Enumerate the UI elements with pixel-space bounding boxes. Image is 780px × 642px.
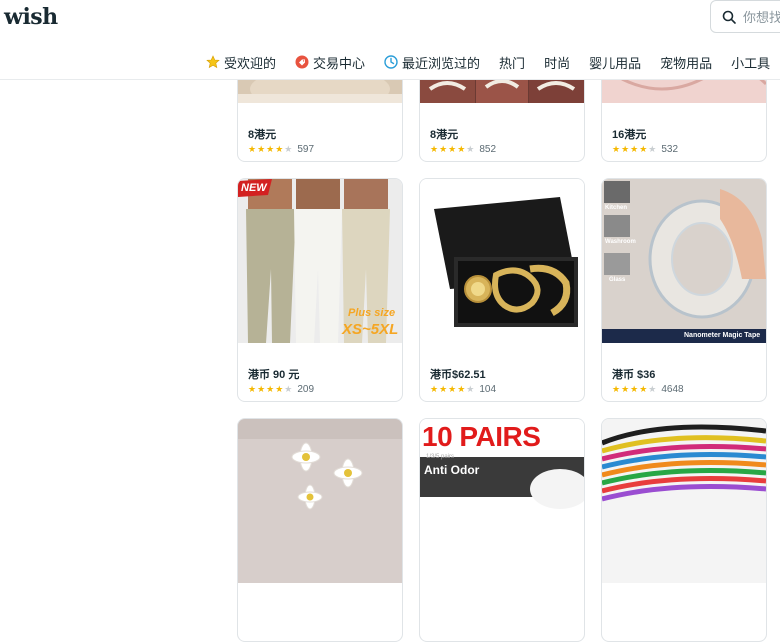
nav-deals[interactable]: 交易中心 — [295, 53, 365, 72]
nav-gadgets[interactable]: 小工具 — [731, 53, 770, 72]
promo-sub: 1/3/5 pairs — [426, 454, 455, 460]
product-image — [420, 179, 584, 343]
image-label: Kitchen — [605, 205, 628, 211]
product-price: 8港元 — [430, 129, 459, 141]
product-image — [602, 419, 766, 583]
product-rating: ★★★★★ 104 — [430, 384, 496, 395]
nav-recently-viewed[interactable]: 最近浏览过的 — [384, 53, 480, 72]
star-icon — [206, 55, 220, 69]
star-rating-icon: ★★★★★ — [430, 384, 476, 394]
nav-label: 时尚 — [544, 55, 571, 71]
review-count: 532 — [661, 144, 679, 155]
clock-icon — [384, 55, 398, 69]
deal-tag-icon — [295, 55, 309, 69]
product-card[interactable]: 港币$62.51 ★★★★★ 104 — [419, 178, 585, 402]
product-card[interactable] — [237, 418, 403, 642]
review-count: 852 — [479, 144, 497, 155]
star-rating-icon: ★★★★★ — [248, 144, 294, 154]
product-price: 港币 $36 — [612, 369, 656, 381]
nav-label: 交易中心 — [313, 55, 366, 71]
product-price: 16港元 — [612, 129, 647, 141]
product-image — [238, 419, 402, 583]
star-rating-icon: ★★★★★ — [248, 384, 294, 394]
product-rating: ★★★★★ 532 — [612, 144, 678, 155]
nav-label: 宠物用品 — [660, 55, 713, 71]
search-input[interactable] — [743, 7, 780, 27]
product-price: 港币 90 元 — [248, 369, 300, 381]
star-rating-icon: ★★★★★ — [430, 144, 476, 154]
new-badge: NEW — [241, 182, 267, 194]
review-count: 104 — [479, 384, 497, 395]
product-rating: ★★★★★ 852 — [430, 144, 496, 155]
review-count: 597 — [297, 144, 315, 155]
size-caption: Plus size — [348, 307, 396, 319]
product-image: NEW Plus size XS~5XL — [238, 179, 402, 343]
product-card[interactable]: NEW Plus size XS~5XL 港币 90 元 ★★★★★ 209 — [237, 178, 403, 402]
top-header: wish 受欢迎的 交易中心 最近浏览过的 热门 时尚 婴儿用品 宠物用品 小工… — [0, 0, 780, 80]
search-icon — [722, 10, 736, 24]
image-caption: Nanometer Magic Tape — [684, 332, 761, 339]
product-card[interactable]: Kitchen Washroom Glass Nanometer Magic T… — [601, 178, 767, 402]
promo-caption: Anti Odor — [424, 463, 480, 477]
review-count: 4648 — [661, 384, 684, 395]
nav-label: 小工具 — [731, 55, 771, 71]
product-image: Kitchen Washroom Glass Nanometer Magic T… — [602, 179, 766, 343]
nav-hot[interactable]: 热门 — [499, 53, 525, 72]
product-image: 10 PAIRS 1/3/5 pairs Anti Odor — [420, 419, 584, 583]
nav-label: 最近浏览过的 — [402, 55, 481, 71]
wish-logo[interactable]: wish — [4, 4, 58, 30]
nav-label: 热门 — [499, 55, 526, 71]
star-rating-icon: ★★★★★ — [612, 144, 658, 154]
category-nav: 受欢迎的 交易中心 最近浏览过的 热门 时尚 婴儿用品 宠物用品 小工具 — [206, 52, 780, 72]
search-box[interactable] — [710, 0, 780, 33]
image-label: Washroom — [605, 239, 636, 245]
product-rating: ★★★★★ 209 — [248, 384, 314, 395]
star-rating-icon: ★★★★★ — [612, 384, 658, 394]
nav-popular[interactable]: 受欢迎的 — [206, 53, 276, 72]
nav-label: 受欢迎的 — [224, 55, 277, 71]
nav-pets[interactable]: 宠物用品 — [660, 53, 712, 72]
product-card[interactable] — [601, 418, 767, 642]
product-price: 8港元 — [248, 129, 277, 141]
promo-banner: 10 PAIRS — [422, 421, 541, 452]
nav-fashion[interactable]: 时尚 — [544, 53, 570, 72]
product-rating: ★★★★★ 597 — [248, 144, 314, 155]
nav-baby[interactable]: 婴儿用品 — [589, 53, 641, 72]
product-rating: ★★★★★ 4648 — [612, 384, 684, 395]
nav-label: 婴儿用品 — [589, 55, 642, 71]
review-count: 209 — [297, 384, 315, 395]
image-label: Glass — [609, 277, 626, 283]
size-caption: XS~5XL — [342, 321, 399, 338]
product-price: 港币$62.51 — [430, 369, 486, 381]
product-card[interactable]: 10 PAIRS 1/3/5 pairs Anti Odor — [419, 418, 585, 642]
